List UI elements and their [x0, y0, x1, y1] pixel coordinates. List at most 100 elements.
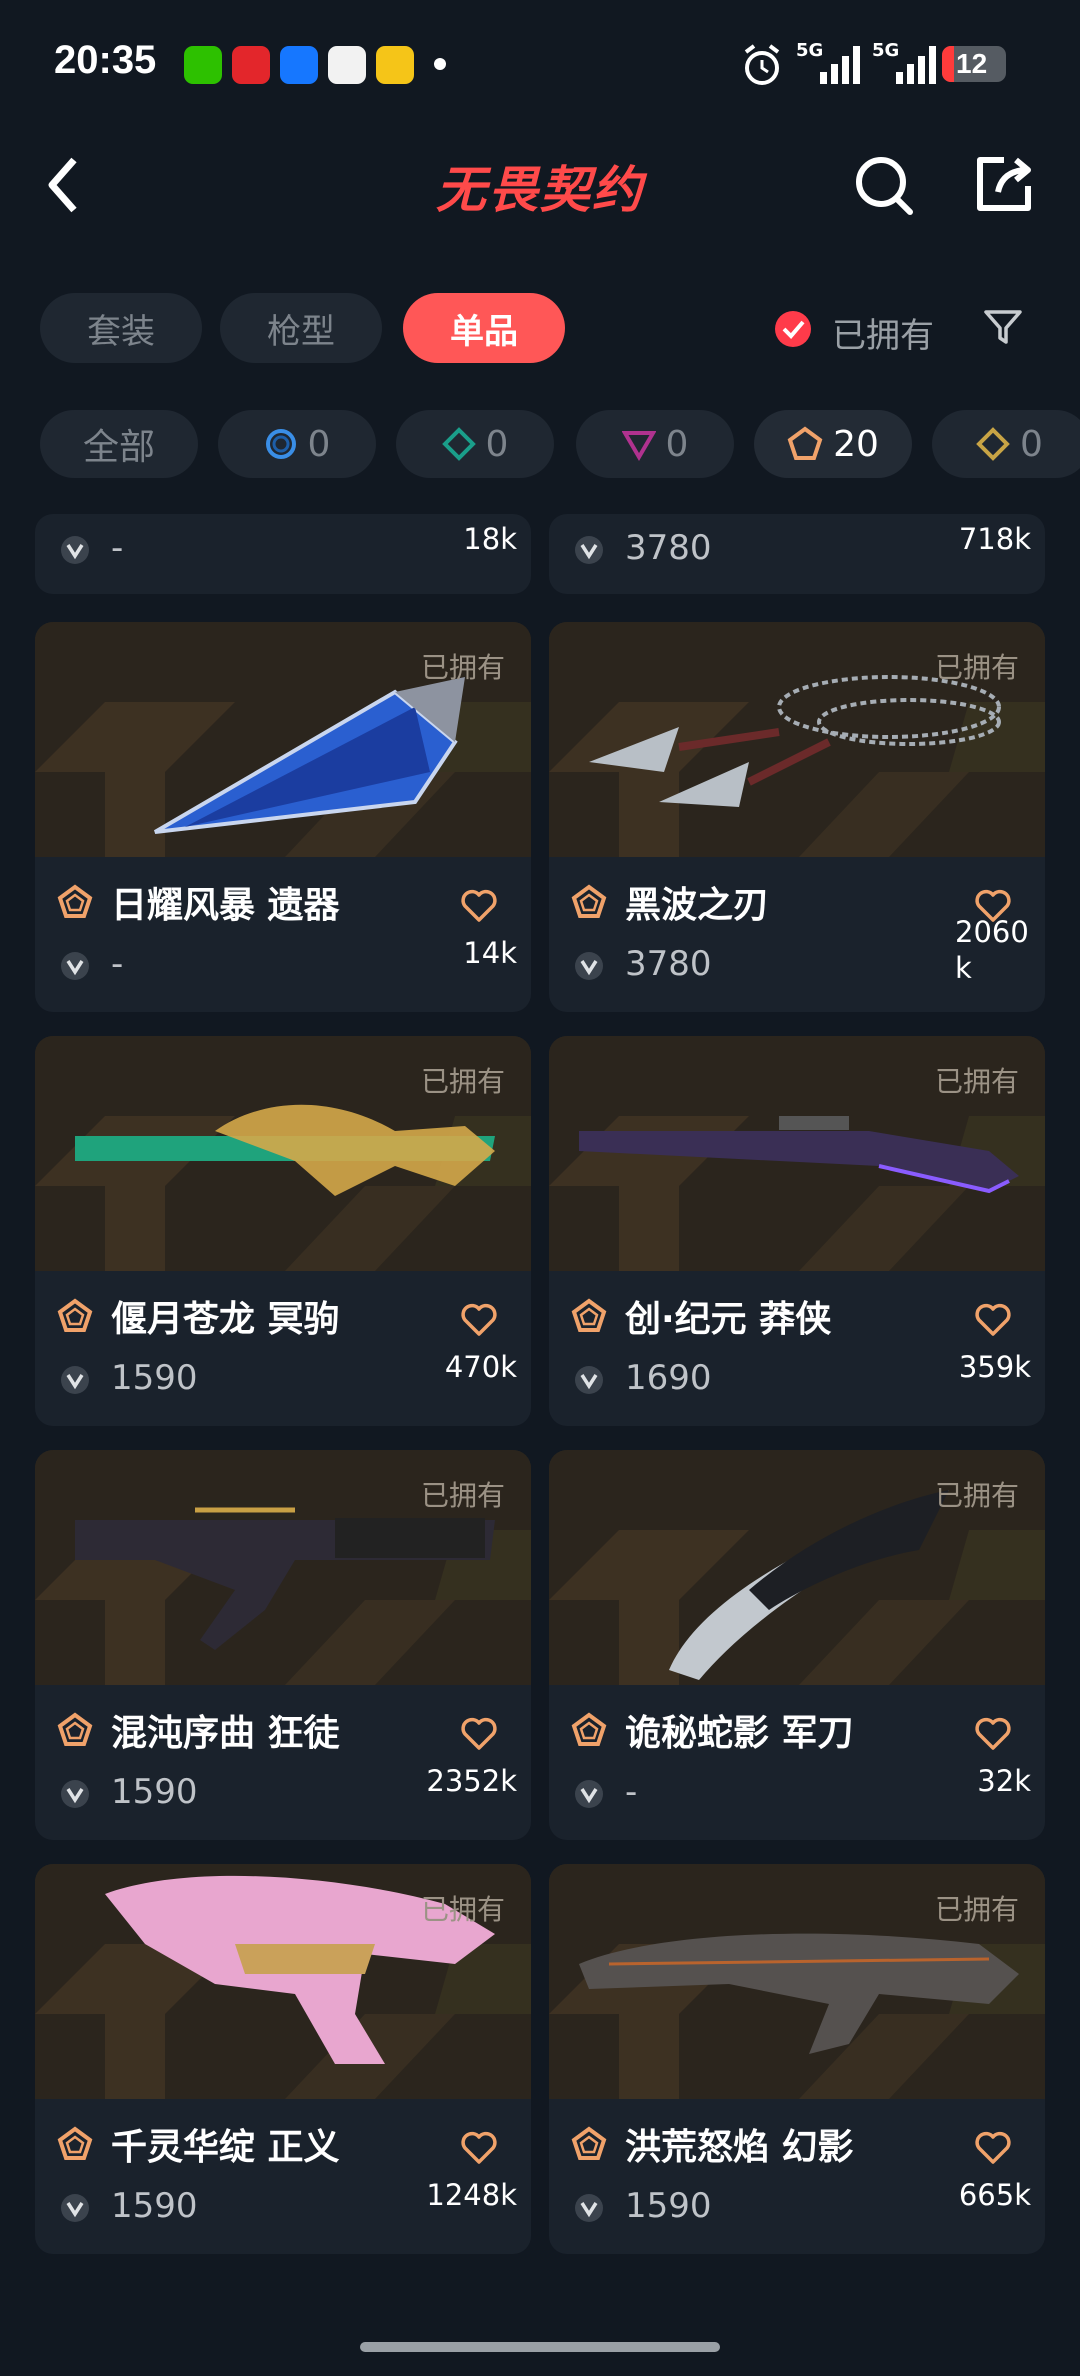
favorite-heart-icon[interactable]: [459, 1300, 499, 1340]
favorite-heart-icon[interactable]: [459, 2128, 499, 2168]
skin-like-count: 359k: [958, 1350, 1031, 1384]
skin-price: -: [111, 944, 124, 984]
skin-card-1[interactable]: 已拥有 日耀风暴 遗器 - 14k: [35, 622, 531, 1012]
skin-image: 已拥有: [35, 1864, 531, 2099]
vp-currency-icon: [61, 1366, 89, 1394]
blue-circle-icon: [265, 429, 296, 459]
status-bar: 20:35 5G 5G 12: [0, 0, 1080, 130]
teal-diamond-icon: [441, 427, 476, 461]
filter-icon[interactable]: [982, 306, 1024, 348]
exclusive-tier-icon: [57, 1298, 93, 1332]
page-title: 无畏契约: [436, 161, 644, 219]
vp-currency-icon: [61, 536, 89, 564]
gold-diamond-icon: [976, 427, 1010, 461]
skin-like-count: 1248k: [426, 2178, 517, 2212]
status-time: 20:35: [54, 38, 157, 82]
vp-currency-icon: [61, 2194, 89, 2222]
skin-price: 1690: [625, 1358, 712, 1398]
skin-like-count: 2060 k: [955, 915, 1029, 985]
vp-currency-icon: [575, 2194, 603, 2222]
skin-like-count: 470k: [444, 1350, 517, 1384]
rarity-filter-deluxe[interactable]: 0: [396, 410, 554, 478]
rarity-filter-ultra[interactable]: 0: [932, 410, 1080, 478]
rarity-filter-all-label: 全部: [82, 427, 155, 468]
skin-card-8[interactable]: 已拥有 洪荒怒焰 幻影 1590 665k: [549, 1864, 1045, 2254]
exclusive-tier-icon: [571, 1712, 607, 1746]
owned-filter-label: 已拥有: [832, 316, 934, 356]
vp-currency-icon: [575, 1366, 603, 1394]
skin-price: -: [111, 528, 124, 568]
check-circle-icon: [775, 311, 811, 347]
skin-image: 已拥有: [35, 1450, 531, 1685]
skin-price: 1590: [111, 2186, 198, 2226]
rarity-filter-exclusive[interactable]: 20: [754, 410, 912, 478]
skin-price: 1590: [111, 1772, 198, 1812]
skin-like-count: 718k: [958, 522, 1031, 556]
home-indicator[interactable]: [360, 2342, 720, 2352]
skin-like-count: 32k: [977, 1764, 1031, 1798]
skin-name: 创·纪元 莽侠: [625, 1299, 832, 1340]
skin-card-7[interactable]: 已拥有 千灵华绽 正义 1590 1248k: [35, 1864, 531, 2254]
skin-like-count: 14k: [463, 936, 517, 970]
vp-currency-icon: [575, 1780, 603, 1808]
skin-image: 已拥有: [35, 1036, 531, 1271]
owned-label: 已拥有: [934, 1893, 1019, 1926]
battery-icon: 12: [942, 46, 1006, 82]
rarity-filter-all[interactable]: 全部: [40, 410, 198, 478]
owned-label: 已拥有: [934, 1065, 1019, 1098]
owned-label: 已拥有: [420, 1065, 505, 1098]
skin-price: -: [625, 1772, 638, 1812]
tab-weapon-type[interactable]: 枪型: [220, 293, 382, 363]
skin-like-count: 665k: [958, 2178, 1031, 2212]
skin-image: 已拥有: [549, 1864, 1045, 2099]
skin-name: 黑波之刃: [625, 885, 770, 926]
skin-card-3[interactable]: 已拥有 偃月苍龙 冥驹 1590 470k: [35, 1036, 531, 1426]
skin-name: 日耀风暴 遗器: [111, 885, 340, 926]
skin-card-4[interactable]: 已拥有 创·纪元 莽侠 1690 359k: [549, 1036, 1045, 1426]
vp-currency-icon: [61, 952, 89, 980]
favorite-heart-icon[interactable]: [973, 2128, 1013, 2168]
skin-card-partial-2[interactable]: 3780 718k: [549, 514, 1045, 594]
signal-icon-2: 5G: [872, 40, 938, 88]
owned-label: 已拥有: [420, 1893, 505, 1926]
skin-price: 3780: [625, 528, 712, 568]
rarity-filter-select[interactable]: 0: [218, 410, 376, 478]
exclusive-tier-icon: [571, 2126, 607, 2160]
search-icon[interactable]: [852, 152, 916, 218]
share-icon[interactable]: [972, 152, 1036, 216]
skin-name: 诡秘蛇影 军刀: [625, 1713, 854, 1754]
netease-music-icon: [232, 46, 270, 84]
skin-name: 洪荒怒焰 幻影: [625, 2127, 854, 2168]
vp-currency-icon: [575, 952, 603, 980]
skin-card-5[interactable]: 已拥有 混沌序曲 狂徒 1590 2352k: [35, 1450, 531, 1840]
favorite-heart-icon[interactable]: [459, 886, 499, 926]
favorite-heart-icon[interactable]: [459, 1714, 499, 1754]
network-type-1: 5G: [796, 40, 824, 61]
rarity-filter-premium[interactable]: 0: [576, 410, 734, 478]
exclusive-tier-icon: [57, 884, 93, 918]
skin-image: 已拥有: [35, 622, 531, 857]
tab-set[interactable]: 套装: [40, 293, 202, 363]
skin-price: 1590: [625, 2186, 712, 2226]
skin-card-2[interactable]: 已拥有 黑波之刃 3780 2060 k: [549, 622, 1045, 1012]
rarity-filter-premium-count: 0: [665, 423, 689, 465]
wechat-icon: [184, 46, 222, 84]
skin-image: 已拥有: [549, 1450, 1045, 1685]
orange-pentagon-icon: [787, 426, 823, 460]
battery-level: 12: [956, 48, 988, 79]
owned-label: 已拥有: [420, 1479, 505, 1512]
rarity-filter-ultra-count: 0: [1020, 423, 1043, 465]
alipay-icon: [280, 46, 318, 84]
owned-filter-toggle[interactable]: 已拥有: [774, 304, 944, 356]
skin-card-6[interactable]: 已拥有 诡秘蛇影 军刀 - 32k: [549, 1450, 1045, 1840]
rarity-filter-exclusive-count: 20: [833, 423, 879, 465]
favorite-heart-icon[interactable]: [973, 1714, 1013, 1754]
owned-label: 已拥有: [934, 651, 1019, 684]
exclusive-tier-icon: [57, 1712, 93, 1746]
skin-image: 已拥有: [549, 622, 1045, 857]
skin-like-count: 18k: [463, 522, 517, 556]
skin-price: 1590: [111, 1358, 198, 1398]
tab-single-item[interactable]: 单品: [403, 293, 565, 363]
favorite-heart-icon[interactable]: [973, 1300, 1013, 1340]
skin-card-partial-1[interactable]: - 18k: [35, 514, 531, 594]
